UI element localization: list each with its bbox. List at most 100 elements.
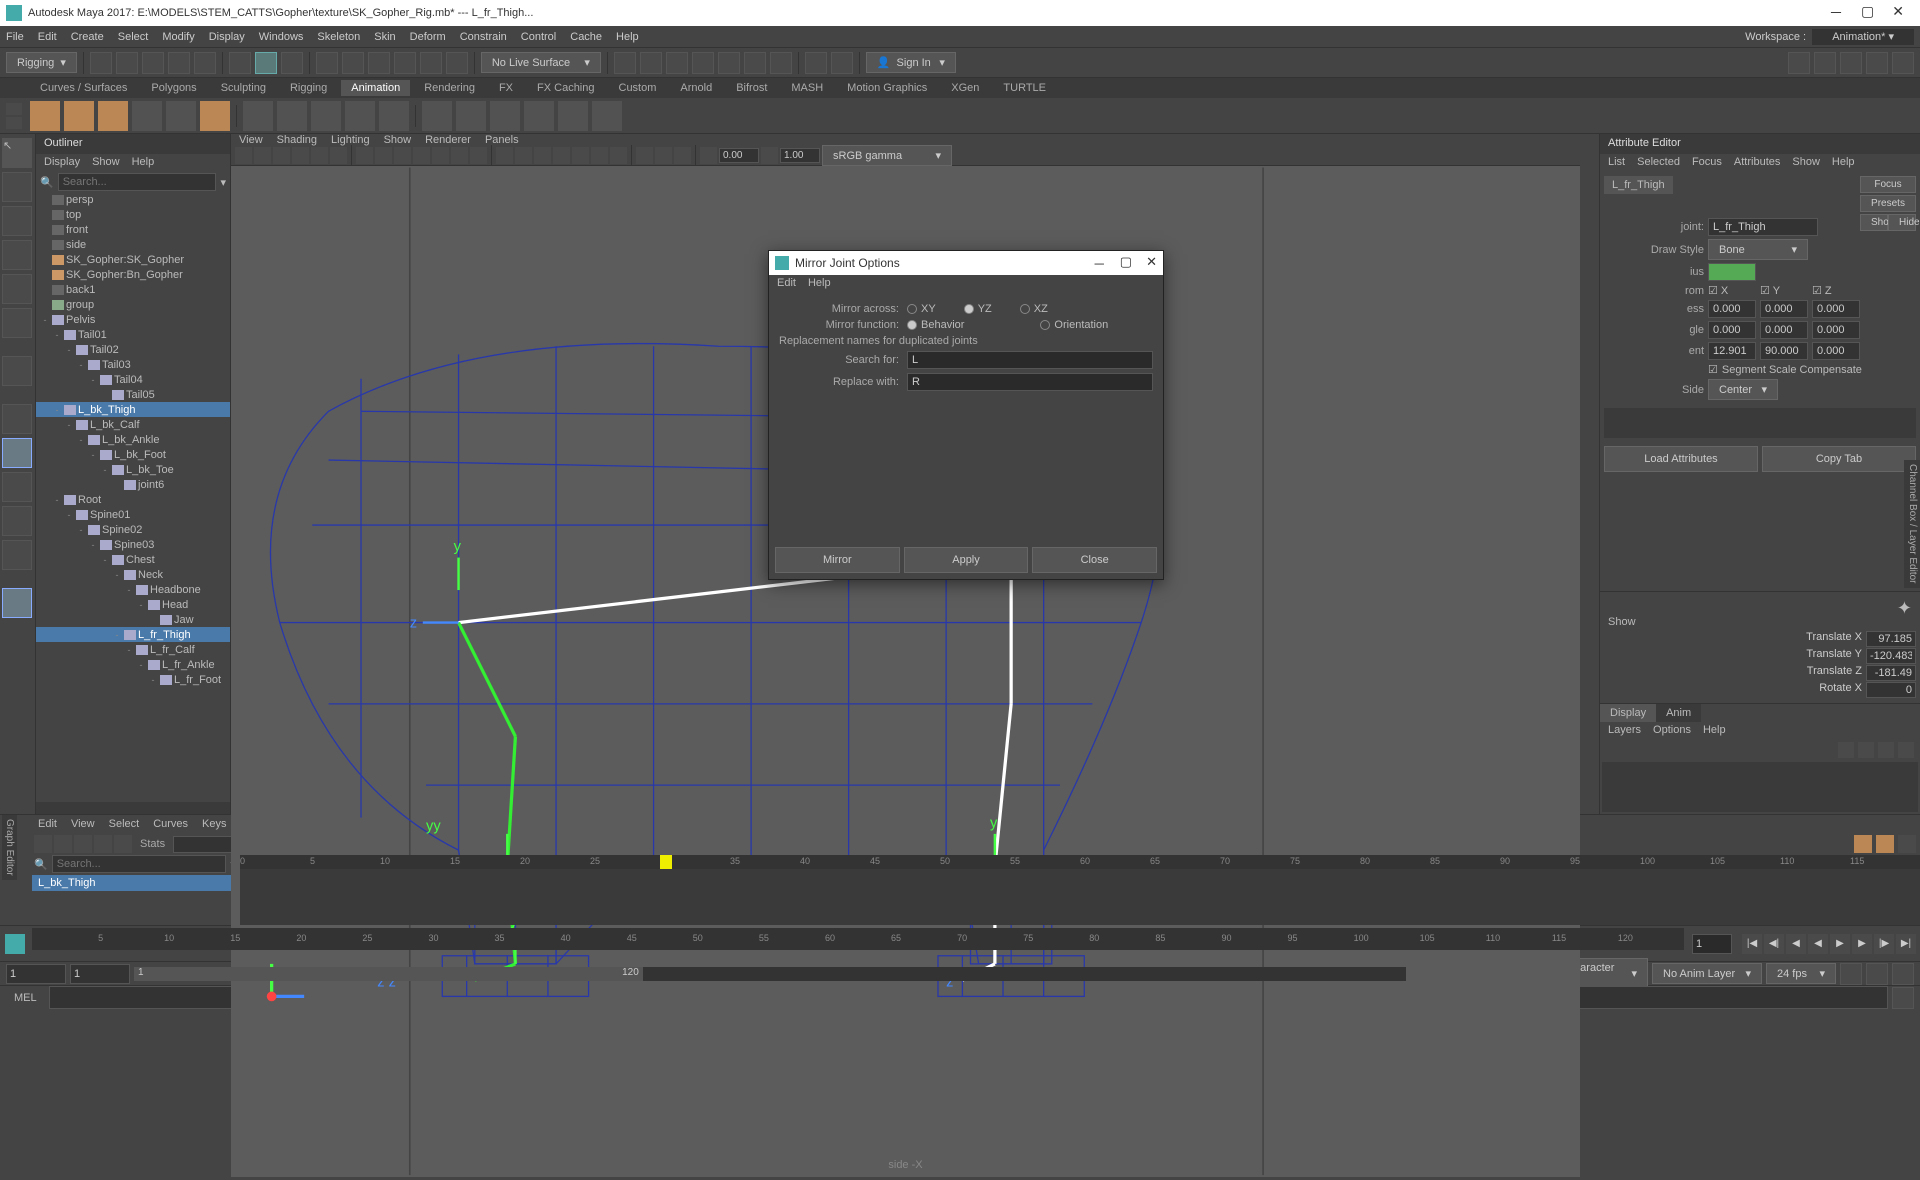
viewport-menu-shading[interactable]: Shading — [277, 134, 317, 146]
tool-settings-icon[interactable] — [1866, 52, 1888, 74]
vp-use-lights-icon[interactable] — [534, 147, 551, 164]
menu-skeleton[interactable]: Skeleton — [317, 31, 360, 43]
outliner-item-tail04[interactable]: -Tail04 — [36, 372, 230, 387]
prev-key-icon[interactable]: ◀| — [1764, 934, 1784, 954]
ge-open-camera-icon[interactable] — [1898, 835, 1916, 853]
outliner-item-root[interactable]: -Root — [36, 492, 230, 507]
viewport-menu-show[interactable]: Show — [384, 134, 412, 146]
shelf-tab-arnold[interactable]: Arnold — [670, 80, 722, 96]
vp-shadows-icon[interactable] — [553, 147, 570, 164]
script-editor-icon[interactable] — [1892, 987, 1914, 1009]
attr-focus-button[interactable]: Focus — [1860, 176, 1916, 193]
chan-translate-z-input[interactable] — [1866, 665, 1916, 681]
shelf-set-breakdown-icon[interactable] — [98, 101, 128, 131]
ge-menu-edit[interactable]: Edit — [38, 818, 57, 830]
vp-resolution-gate-icon[interactable] — [394, 147, 411, 164]
shelf-parent-constraint-icon[interactable] — [422, 101, 452, 131]
go-start-icon[interactable]: |◀ — [1742, 934, 1762, 954]
four-pane-icon[interactable] — [2, 438, 32, 468]
outliner-item-l-bk-toe[interactable]: -L_bk_Toe — [36, 462, 230, 477]
gle-x-input[interactable] — [1708, 321, 1756, 339]
current-frame-input[interactable] — [1692, 934, 1732, 954]
outliner-menu-help[interactable]: Help — [132, 156, 155, 170]
anim-prefs-icon[interactable] — [1892, 963, 1914, 985]
chan-translate-x-input[interactable] — [1866, 631, 1916, 647]
modeling-toolkit-icon[interactable] — [1788, 52, 1810, 74]
vp-xray-icon[interactable] — [636, 147, 653, 164]
menu-constrain[interactable]: Constrain — [460, 31, 507, 43]
outliner-item-pelvis[interactable]: -Pelvis — [36, 312, 230, 327]
menu-cache[interactable]: Cache — [570, 31, 602, 43]
select-tool-icon[interactable]: ↖ — [2, 138, 32, 168]
vp-2d-pan-icon[interactable] — [311, 147, 328, 164]
vp-image-plane-icon[interactable] — [292, 147, 309, 164]
ge-region-icon[interactable] — [94, 835, 112, 853]
ge-search-input[interactable] — [52, 855, 227, 873]
shelf-tab-menu-icon[interactable] — [6, 117, 22, 129]
paint-select-tool-icon[interactable] — [2, 206, 32, 236]
channel-box-icon[interactable] — [1892, 52, 1914, 74]
attr-hide-button[interactable]: Hide — [1888, 214, 1916, 231]
shelf-tab-curves-surfaces[interactable]: Curves / Surfaces — [30, 80, 137, 96]
mirror-func-behavior-radio[interactable]: Behavior — [907, 319, 964, 331]
ess-x-input[interactable] — [1708, 300, 1756, 318]
layer-menu-help[interactable]: Help — [1703, 724, 1726, 738]
outliner-item-spine03[interactable]: -Spine03 — [36, 537, 230, 552]
playback-start-input[interactable] — [70, 964, 130, 984]
close-icon[interactable]: ✕ — [1892, 3, 1904, 23]
select-by-hierarchy-icon[interactable] — [229, 52, 251, 74]
shelf-tab-custom[interactable]: Custom — [609, 80, 667, 96]
shelf-tab-bifrost[interactable]: Bifrost — [726, 80, 777, 96]
vp-gamma-icon[interactable] — [761, 147, 778, 164]
dialog-menu-edit[interactable]: Edit — [777, 277, 796, 291]
layer-new-empty-icon[interactable] — [1878, 742, 1894, 758]
fps-dropdown[interactable]: 24 fps▾ — [1766, 963, 1836, 984]
vp-safe-title-icon[interactable] — [470, 147, 487, 164]
play-back-icon[interactable]: ◀ — [1808, 934, 1828, 954]
shelf-tab-sculpting[interactable]: Sculpting — [211, 80, 276, 96]
two-pane-stack-icon[interactable] — [2, 506, 32, 536]
attr-node-tab[interactable]: L_fr_Thigh — [1604, 176, 1673, 194]
attr-presets-button[interactable]: Presets — [1860, 195, 1916, 212]
draw-style-dropdown[interactable]: Bone▾ — [1708, 239, 1808, 260]
ge-node-item[interactable]: L_bk_Thigh — [32, 875, 238, 891]
anim-layer-dropdown[interactable]: No Anim Layer▾ — [1652, 963, 1762, 984]
shelf-bake-icon[interactable] — [345, 101, 375, 131]
attr-notes-area[interactable] — [1604, 408, 1916, 438]
mirror-axis-yz-radio[interactable]: YZ — [964, 303, 992, 315]
live-surface-dropdown[interactable]: No Live Surface▾ — [481, 52, 601, 73]
move-tool-icon[interactable] — [2, 240, 32, 270]
mode-dropdown[interactable]: Rigging▾ — [6, 52, 77, 73]
vp-textured-icon[interactable] — [610, 147, 627, 164]
menu-edit[interactable]: Edit — [38, 31, 57, 43]
snap-view-icon[interactable] — [446, 52, 468, 74]
outliner-scrollbar[interactable] — [36, 802, 230, 814]
viewport-menu-panels[interactable]: Panels — [485, 134, 519, 146]
ge-menu-select[interactable]: Select — [109, 818, 140, 830]
snap-grid-icon[interactable] — [316, 52, 338, 74]
vp-ao-icon[interactable] — [572, 147, 589, 164]
graph-editor-graph[interactable]: 0510152025303540455055606570758085909510… — [240, 855, 1920, 925]
chan-rotate-x-input[interactable] — [1866, 682, 1916, 698]
ge-open-trax-icon[interactable] — [1876, 835, 1894, 853]
layer-menu-options[interactable]: Options — [1653, 724, 1691, 738]
vp-smooth-shade-icon[interactable] — [515, 147, 532, 164]
ge-time-marker[interactable] — [660, 855, 672, 869]
outliner-item-tail05[interactable]: Tail05 — [36, 387, 230, 402]
shelf-tab-turtle[interactable]: TURTLE — [993, 80, 1056, 96]
shelf-set-anim-key-icon[interactable] — [64, 101, 94, 131]
dialog-menu-help[interactable]: Help — [808, 277, 831, 291]
attr-menu-show[interactable]: Show — [1792, 156, 1820, 170]
outliner-item-tail02[interactable]: -Tail02 — [36, 342, 230, 357]
menu-modify[interactable]: Modify — [162, 31, 194, 43]
shelf-tab-fx[interactable]: FX — [489, 80, 523, 96]
shelf-ghost-icon[interactable] — [243, 101, 273, 131]
outliner-item-l-bk-calf[interactable]: -L_bk_Calf — [36, 417, 230, 432]
shelf-tab-fx-caching[interactable]: FX Caching — [527, 80, 604, 96]
mirror-func-orientation-radio[interactable]: Orientation — [1040, 319, 1108, 331]
ess-y-input[interactable] — [1760, 300, 1808, 318]
render-view-icon[interactable] — [692, 52, 714, 74]
go-end-icon[interactable]: ▶| — [1896, 934, 1916, 954]
outliner-item-l-fr-foot[interactable]: -L_fr_Foot — [36, 672, 230, 687]
outliner-item-spine02[interactable]: -Spine02 — [36, 522, 230, 537]
